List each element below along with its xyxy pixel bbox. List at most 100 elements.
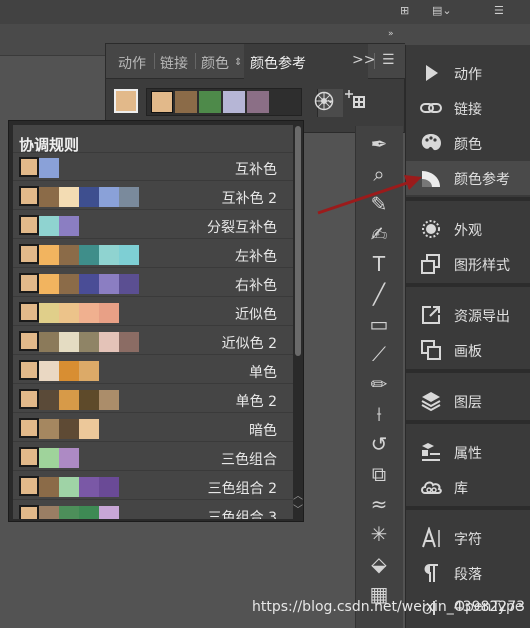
rule-color-swatch (119, 332, 139, 352)
strip-color-swatch[interactable] (175, 91, 197, 113)
dock-item-actions[interactable]: 动作 (406, 56, 530, 90)
rule-color-swatch (59, 332, 79, 352)
harmony-list-scrollbar[interactable] (295, 126, 301, 356)
harmony-rules-scroll-area[interactable]: 协调规则 互补色 互补色 2 分裂互补色 左补色 右补色 近似色 近似色 2 单色 单色 2 暗色… (13, 125, 293, 519)
dock-item-libraries[interactable]: 库 (406, 470, 530, 504)
rule-color-swatch (39, 274, 59, 294)
dock-item-appearance[interactable]: 外观 (406, 212, 530, 246)
libraries-icon (421, 481, 442, 494)
panel-tabs: 动作 链接 颜色 ⇕ 颜色参考 >> ☰ (106, 44, 406, 79)
pencil-icon[interactable]: ✏ (367, 372, 391, 396)
row-divider (13, 354, 293, 355)
arrange-icon[interactable]: ⊞ (400, 4, 409, 17)
asset-export-icon (422, 306, 440, 324)
harmony-rule-item[interactable]: 三色组合 (13, 443, 293, 471)
rule-color-swatch (79, 419, 99, 439)
harmony-rule-item[interactable]: 右补色 (13, 269, 293, 297)
dock-item-artboards[interactable]: 画板 (406, 333, 530, 367)
tab-actions[interactable]: 动作 (118, 53, 146, 73)
harmony-rule-item[interactable]: 单色 (13, 356, 293, 384)
dock-label: 画板 (454, 344, 482, 360)
dock-item-color-guide[interactable]: 颜色参考 (406, 161, 530, 195)
tab-color-guide[interactable]: 颜色参考 (250, 53, 306, 73)
harmony-rule-item[interactable]: 单色 2 (13, 385, 293, 413)
strip-color-swatch[interactable] (151, 91, 173, 113)
harmony-rule-item[interactable]: 近似色 (13, 298, 293, 326)
eyedropper-icon[interactable]: ⟊ (367, 402, 391, 426)
curvature-icon[interactable]: ✍ (367, 222, 391, 246)
panel-menu-icon[interactable]: ☰ (382, 52, 395, 68)
tab-reorder-icon[interactable]: ⇕ (234, 57, 242, 68)
dock-label: 动作 (454, 67, 482, 83)
rectangle-icon[interactable]: ▭ (367, 312, 391, 336)
line-icon[interactable]: ╱ (367, 282, 391, 306)
harmony-rule-item[interactable]: 暗色 (13, 414, 293, 442)
dock-item-links[interactable]: 链接 (406, 91, 530, 125)
harmony-rule-item[interactable]: 左补色 (13, 240, 293, 268)
palette-icon (421, 134, 441, 151)
scale-icon[interactable]: ⧉ (367, 462, 391, 486)
scroll-up-icon[interactable]: ︿ (293, 487, 303, 502)
dock-item-paragraph[interactable]: 段落 (406, 556, 530, 590)
harmony-rule-item[interactable]: 互补色 2 (13, 182, 293, 210)
dock-item-color[interactable]: 颜色 (406, 126, 530, 160)
rule-color-swatch (59, 419, 79, 439)
harmony-color-strip[interactable]: ⌄ (146, 88, 343, 117)
layers-icon (421, 392, 441, 412)
rule-label: 暗色 (249, 423, 277, 439)
menu-icon[interactable]: ☰ (494, 4, 504, 17)
dock-label: 库 (454, 481, 468, 497)
harmony-rule-item[interactable]: 互补色 (13, 153, 293, 181)
pen-tool-icon[interactable]: ✎ (367, 192, 391, 216)
rule-color-swatch (59, 216, 79, 236)
type-icon[interactable]: T (367, 252, 391, 276)
rule-base-swatch (19, 418, 39, 438)
harmony-rule-item[interactable]: 分裂互补色 (13, 211, 293, 239)
rule-color-swatch (59, 303, 79, 323)
tab-links[interactable]: 链接 (160, 53, 188, 73)
paragraph-icon (424, 564, 438, 582)
warp-icon[interactable]: ≈ (367, 492, 391, 516)
rule-base-swatch (19, 360, 39, 380)
workspace-icon[interactable]: ▤⌄ (432, 4, 452, 17)
rule-base-swatch (19, 331, 39, 351)
harmony-rule-item[interactable]: 三色组合 3 (13, 501, 293, 519)
rule-label: 近似色 (235, 307, 277, 323)
rule-color-swatch (39, 158, 59, 178)
paintbrush-icon[interactable]: ⟋ (367, 342, 391, 366)
harmony-rule-item[interactable]: 近似色 2 (13, 327, 293, 355)
rule-color-swatch (59, 506, 79, 519)
rule-label: 单色 (249, 365, 277, 381)
strip-color-swatch[interactable] (223, 91, 245, 113)
rule-color-swatch (39, 332, 59, 352)
rule-label: 三色组合 (221, 452, 277, 468)
pen-icon[interactable]: ✒ (367, 132, 391, 156)
rule-color-swatch (99, 332, 119, 352)
dock-item-character[interactable]: 字符 (406, 521, 530, 555)
base-color-swatch[interactable] (114, 89, 138, 113)
rule-label: 三色组合 3 (207, 510, 277, 519)
edit-colors-wheel-icon[interactable] (314, 91, 334, 111)
rule-color-swatch (79, 187, 99, 207)
expand-panel-icon[interactable]: >> (352, 52, 375, 68)
collapse-dock-button[interactable]: » (388, 29, 394, 39)
symbol-sprayer-icon[interactable]: ✳ (367, 522, 391, 546)
tab-color[interactable]: 颜色 (201, 53, 229, 73)
rotate-icon[interactable]: ↺ (367, 432, 391, 456)
dock-item-asset-export[interactable]: 资源导出 (406, 298, 530, 332)
rule-base-swatch (19, 505, 39, 519)
strip-color-swatch[interactable] (199, 91, 221, 113)
save-color-group-icon[interactable] (345, 90, 369, 112)
rule-color-swatch (99, 390, 119, 410)
dock-item-properties[interactable]: 属性 (406, 435, 530, 469)
harmony-rule-item[interactable]: 三色组合 2 (13, 472, 293, 500)
rule-color-swatch (59, 390, 79, 410)
scroll-down-icon[interactable]: ﹀ (293, 501, 303, 516)
strip-color-swatch[interactable] (247, 91, 269, 113)
lasso-icon[interactable]: ⌕ (367, 162, 391, 186)
rule-base-swatch (19, 389, 39, 409)
dock-item-layers[interactable]: 图层 (406, 384, 530, 418)
rule-color-swatch (79, 477, 99, 497)
live-paint-icon[interactable]: ⬙ (367, 552, 391, 576)
dock-item-graphic-styles[interactable]: 图形样式 (406, 247, 530, 281)
